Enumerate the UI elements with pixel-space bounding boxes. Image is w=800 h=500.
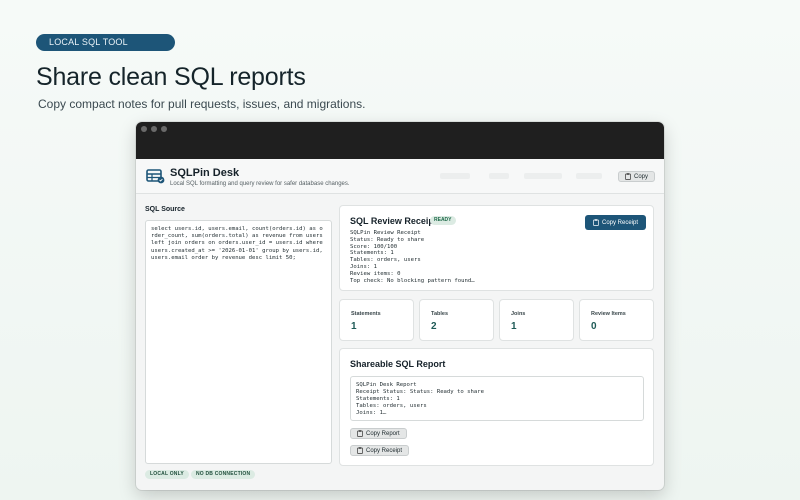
copy-receipt-primary-label: Copy Receipt	[602, 219, 639, 226]
receipt-line: Status: Ready to share	[350, 237, 425, 243]
nav-placeholder	[489, 173, 509, 179]
report-line: Tables: orders, users	[356, 403, 427, 409]
nav-placeholder	[524, 173, 562, 179]
clipboard-icon	[357, 447, 363, 454]
receipt-line: Joins: 1	[350, 264, 377, 270]
hero-title: Share clean SQL reports	[36, 63, 306, 91]
local-only-badge: LOCAL ONLY	[145, 470, 189, 479]
review-receipt-card: SQL Review Receipt READY Copy Receipt SQ…	[339, 205, 654, 291]
app-window: SQLPin Desk Local SQL formatting and que…	[136, 122, 664, 490]
nav-placeholder	[440, 173, 470, 179]
stat-card-statements: Statements 1	[339, 299, 414, 341]
report-line: Statements: 1	[356, 396, 400, 402]
stat-value: 1	[511, 321, 517, 332]
header-copy-button[interactable]: Copy	[618, 171, 656, 182]
stat-card-joins: Joins 1	[499, 299, 574, 341]
app-tagline: Local SQL formatting and query review fo…	[170, 181, 350, 187]
window-minimize-dot[interactable]	[151, 126, 157, 132]
stat-value: 2	[431, 321, 437, 332]
product-tag: LOCAL SQL TOOL	[36, 34, 175, 51]
window-zoom-dot[interactable]	[161, 126, 167, 132]
stat-label: Review Items	[591, 311, 626, 317]
shareable-report-card: Shareable SQL Report SQLPin Desk Report …	[339, 348, 654, 466]
window-titlebar	[136, 122, 664, 159]
stat-value: 1	[351, 321, 357, 332]
header-copy-label: Copy	[634, 173, 649, 180]
app-title: SQLPin Desk	[170, 167, 240, 179]
report-line: Receipt Status: Status: Ready to share	[356, 389, 484, 395]
receipt-line: Top check: No blocking pattern found…	[350, 278, 475, 284]
copy-receipt-secondary-label: Copy Receipt	[366, 447, 403, 454]
nav-placeholder	[576, 173, 602, 179]
clipboard-icon	[625, 173, 631, 180]
stat-label: Joins	[511, 311, 526, 317]
copy-receipt-primary-button[interactable]: Copy Receipt	[585, 215, 647, 230]
stat-card-tables: Tables 2	[419, 299, 494, 341]
receipt-line: SQLPin Review Receipt	[350, 230, 421, 236]
review-receipt-title: SQL Review Receipt	[350, 216, 437, 226]
status-badge: READY	[430, 216, 456, 225]
copy-report-button[interactable]: Copy Report	[350, 428, 407, 439]
stat-label: Tables	[431, 311, 449, 317]
copy-report-label: Copy Report	[366, 430, 400, 437]
shareable-report-title: Shareable SQL Report	[350, 359, 446, 369]
copy-receipt-secondary-button[interactable]: Copy Receipt	[350, 445, 410, 456]
sql-source-editor[interactable]: select users.id, users.email, count(orde…	[145, 220, 332, 464]
no-db-connection-badge: NO DB CONNECTION	[191, 470, 256, 479]
hero-subtitle: Copy compact notes for pull requests, is…	[38, 97, 366, 111]
receipt-line: Statements: 1	[350, 250, 394, 256]
clipboard-icon	[593, 219, 599, 226]
report-preview[interactable]: SQLPin Desk Report Receipt Status: Statu…	[350, 376, 644, 421]
app-header: SQLPin Desk Local SQL formatting and que…	[136, 159, 664, 194]
report-line: Joins: 1…	[356, 410, 387, 416]
receipt-line: Tables: orders, users	[350, 257, 421, 263]
stat-card-review-items: Review Items 0	[579, 299, 654, 341]
report-line: SQLPin Desk Report	[356, 382, 417, 388]
receipt-line: Review items: 0	[350, 271, 401, 277]
sql-source-label: SQL Source	[145, 206, 185, 213]
stat-label: Statements	[351, 311, 381, 317]
table-database-icon	[146, 169, 165, 184]
window-close-dot[interactable]	[141, 126, 147, 132]
stat-value: 0	[591, 321, 597, 332]
clipboard-icon	[357, 430, 363, 437]
